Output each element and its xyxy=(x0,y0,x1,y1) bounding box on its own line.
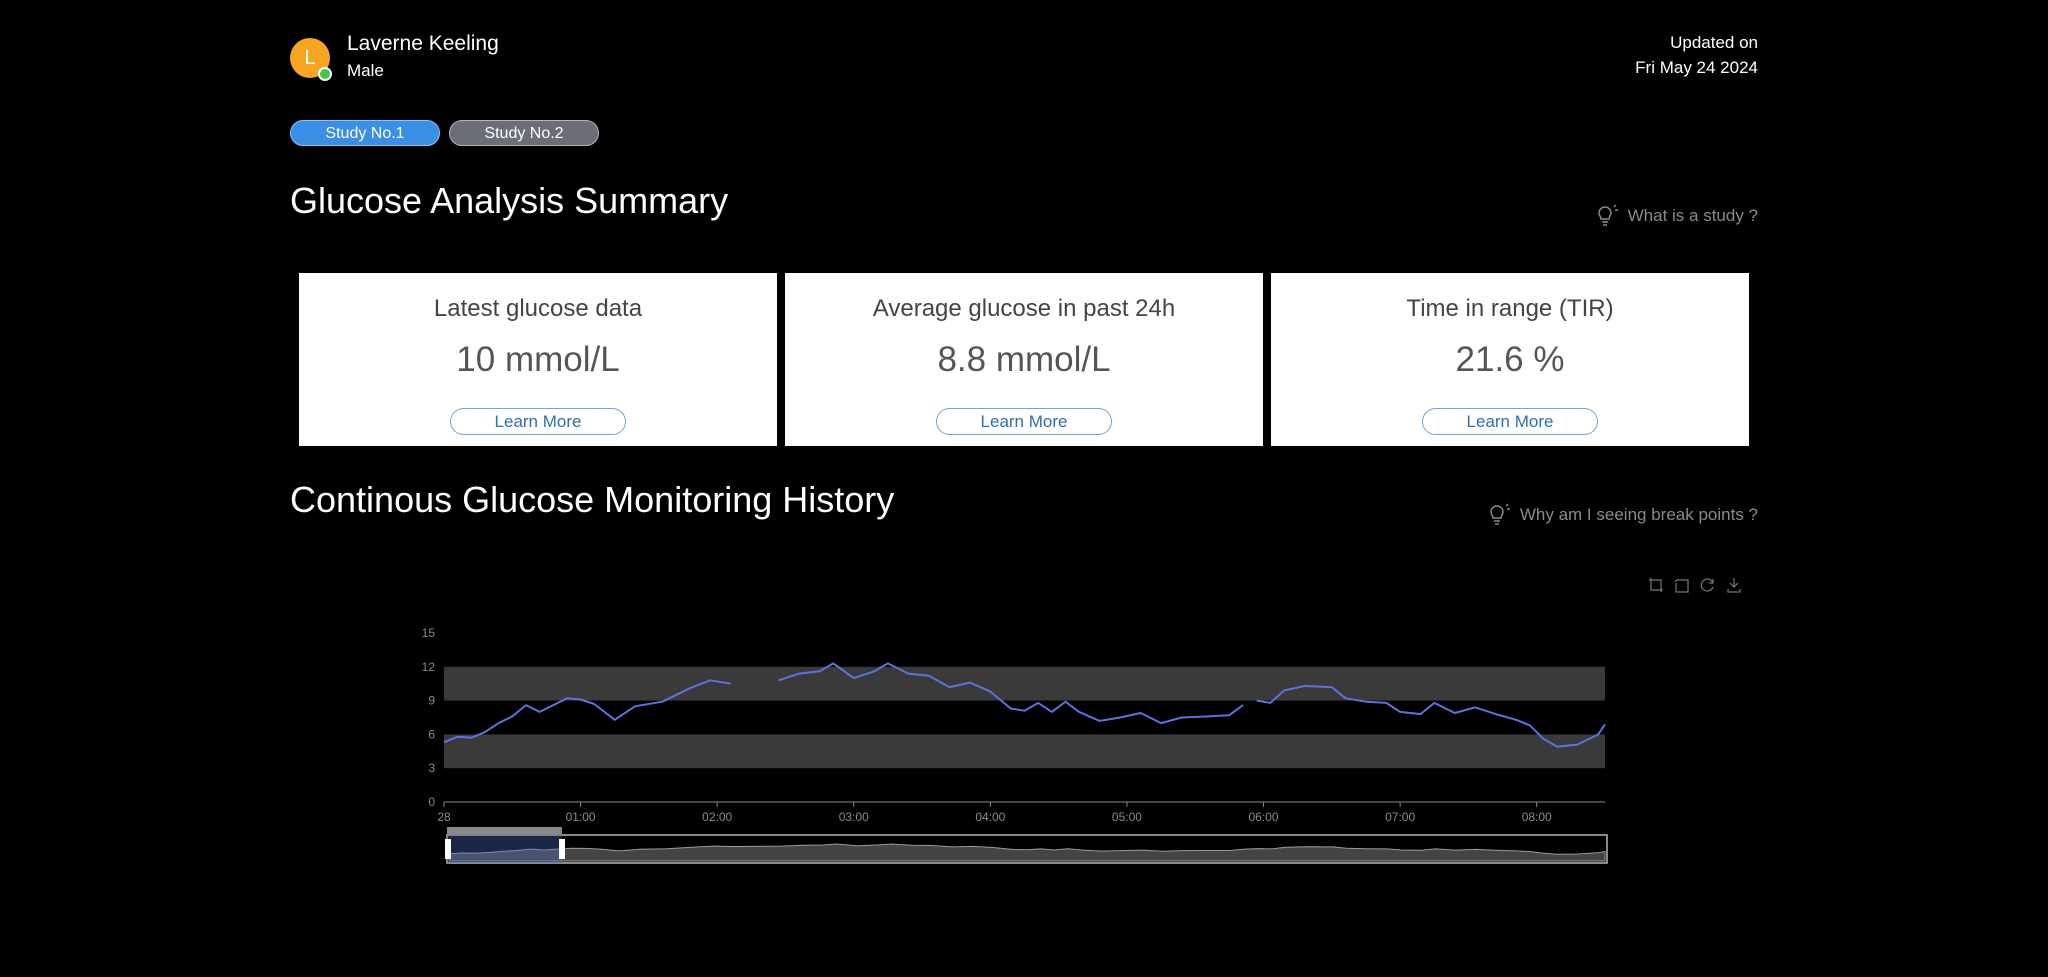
x-tick-label: 08:00 xyxy=(1522,810,1552,824)
glucose-chart: 0 3 6 9 12 15 28 01:00 02:00 03:00 04:00 05:00 06:0… xyxy=(422,626,1608,864)
slider-handle-left[interactable] xyxy=(445,839,451,859)
x-tick-label: 01:00 xyxy=(566,810,596,824)
y-tick-label: 6 xyxy=(428,727,435,741)
x-tick-label: 02:00 xyxy=(702,810,732,824)
slider-selection[interactable] xyxy=(447,835,562,863)
y-tick-label: 3 xyxy=(428,761,435,775)
x-tick-label: 05:00 xyxy=(1112,810,1142,824)
y-tick-label: 9 xyxy=(428,694,435,708)
target-range-band xyxy=(444,734,1605,769)
x-tick-label: 03:00 xyxy=(839,810,869,824)
x-tick-label: 04:00 xyxy=(975,810,1005,824)
y-tick-label: 12 xyxy=(422,660,436,674)
slider-overview-area xyxy=(448,843,1606,862)
x-tick-label: 07:00 xyxy=(1385,810,1415,824)
data-zoom-slider[interactable] xyxy=(445,827,1608,864)
x-tick-label: 28 xyxy=(437,810,451,824)
y-tick-label: 0 xyxy=(428,795,435,809)
slider-handle-bar[interactable] xyxy=(447,827,562,835)
slider-handle-right[interactable] xyxy=(559,839,565,859)
x-tick-label: 06:00 xyxy=(1249,810,1279,824)
y-tick-label: 15 xyxy=(422,626,436,640)
target-range-band xyxy=(444,666,1605,701)
